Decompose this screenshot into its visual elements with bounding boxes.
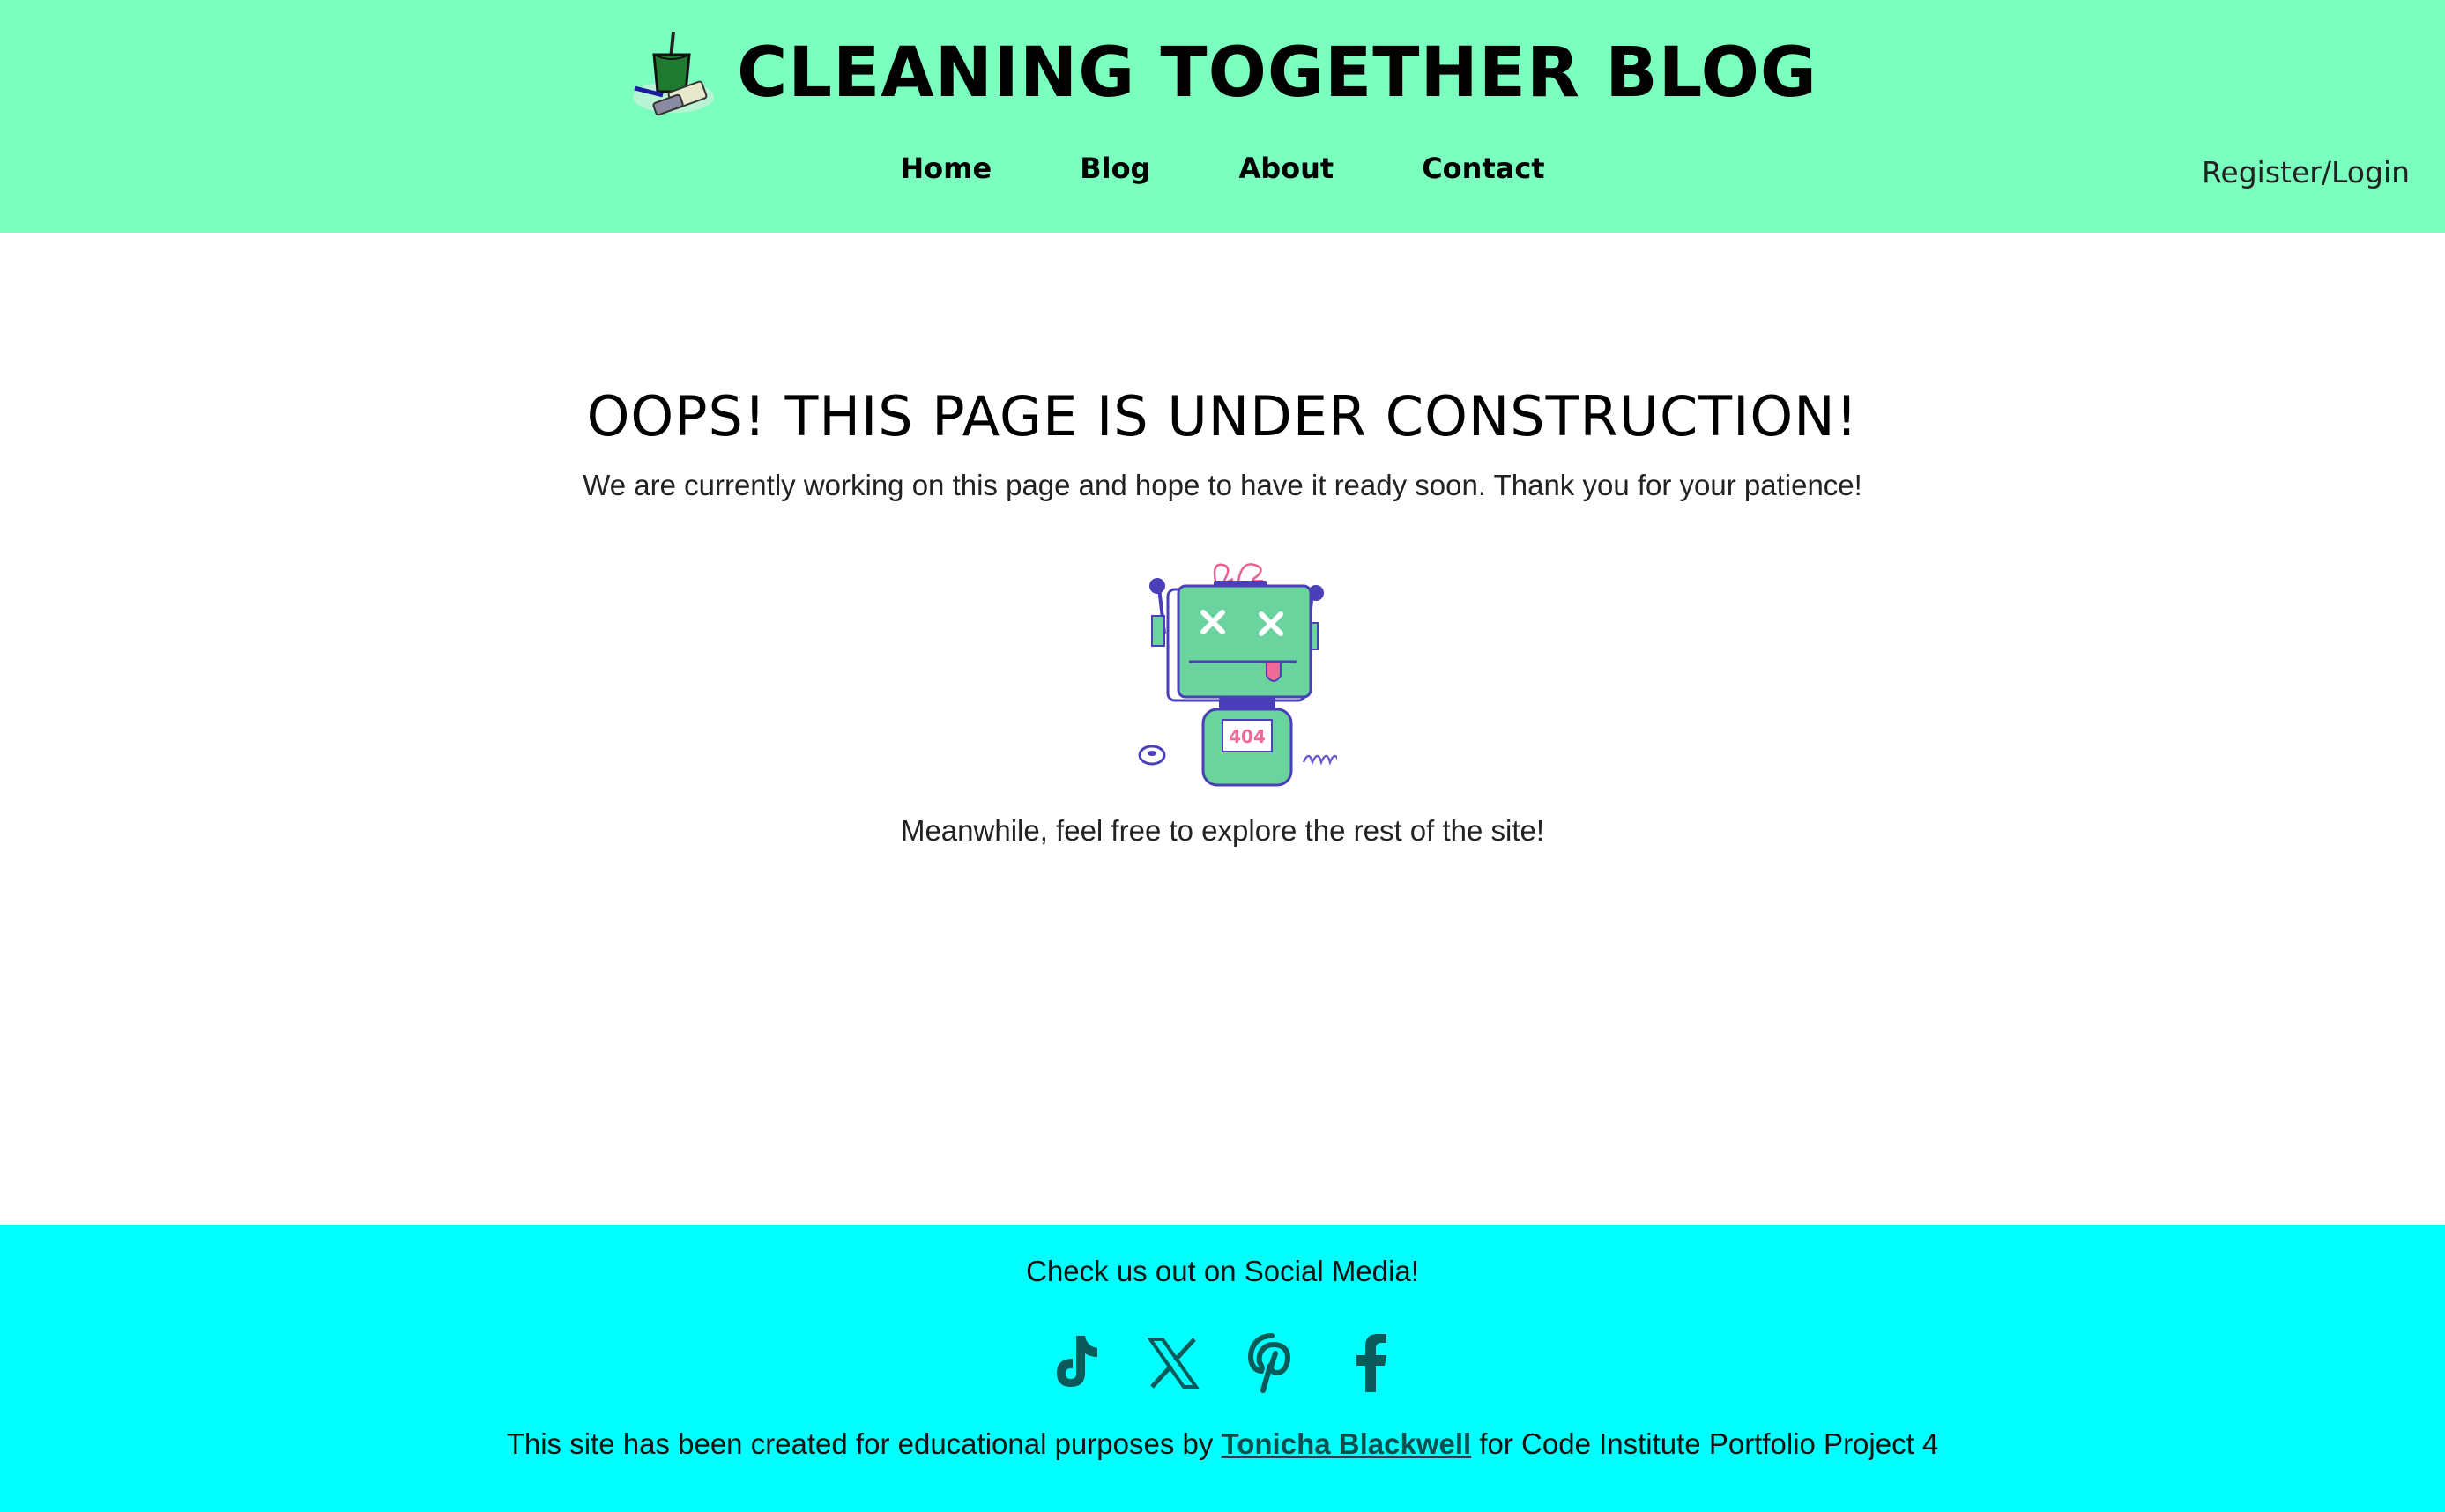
broken-robot-404-icon: 404 xyxy=(1138,563,1337,787)
social-heading: Check us out on Social Media! xyxy=(1026,1255,1419,1287)
site-footer: Check us out on Social Media! This site … xyxy=(0,1225,2445,1512)
social-icons xyxy=(0,1330,2445,1394)
brand: CLEANING TOGETHER BLOG xyxy=(0,25,2445,122)
explore-message: Meanwhile, feel free to explore the rest… xyxy=(900,814,1545,847)
page-heading: OOPS! THIS PAGE IS UNDER CONSTRUCTION! xyxy=(586,384,1859,448)
nav-about[interactable]: About xyxy=(1238,152,1334,185)
pinterest-icon[interactable] xyxy=(1242,1330,1302,1394)
credit-suffix: for Code Institute Portfolio Project 4 xyxy=(1471,1427,1939,1460)
nav-home[interactable]: Home xyxy=(900,152,992,185)
footer-credit: This site has been created for education… xyxy=(0,1427,2445,1461)
credit-prefix: This site has been created for education… xyxy=(506,1427,1222,1460)
facebook-icon[interactable] xyxy=(1341,1330,1401,1394)
author-link[interactable]: Tonicha Blackwell xyxy=(1222,1427,1472,1460)
site-header: CLEANING TOGETHER BLOG Home Blog About C… xyxy=(0,0,2445,233)
site-title: CLEANING TOGETHER BLOG xyxy=(737,33,1817,113)
nav-contact[interactable]: Contact xyxy=(1422,152,1544,185)
cleaning-bucket-icon xyxy=(633,31,715,116)
x-icon[interactable] xyxy=(1143,1330,1203,1394)
tiktok-icon[interactable] xyxy=(1044,1330,1104,1394)
nav-blog[interactable]: Blog xyxy=(1080,152,1150,185)
main-content: OOPS! THIS PAGE IS UNDER CONSTRUCTION! W… xyxy=(0,233,2445,1225)
register-login-link[interactable]: Register/Login xyxy=(2202,155,2410,189)
robot-404-badge: 404 xyxy=(1229,726,1266,747)
main-nav: Home Blog About Contact xyxy=(0,152,2445,185)
construction-message: We are currently working on this page an… xyxy=(583,469,1862,501)
